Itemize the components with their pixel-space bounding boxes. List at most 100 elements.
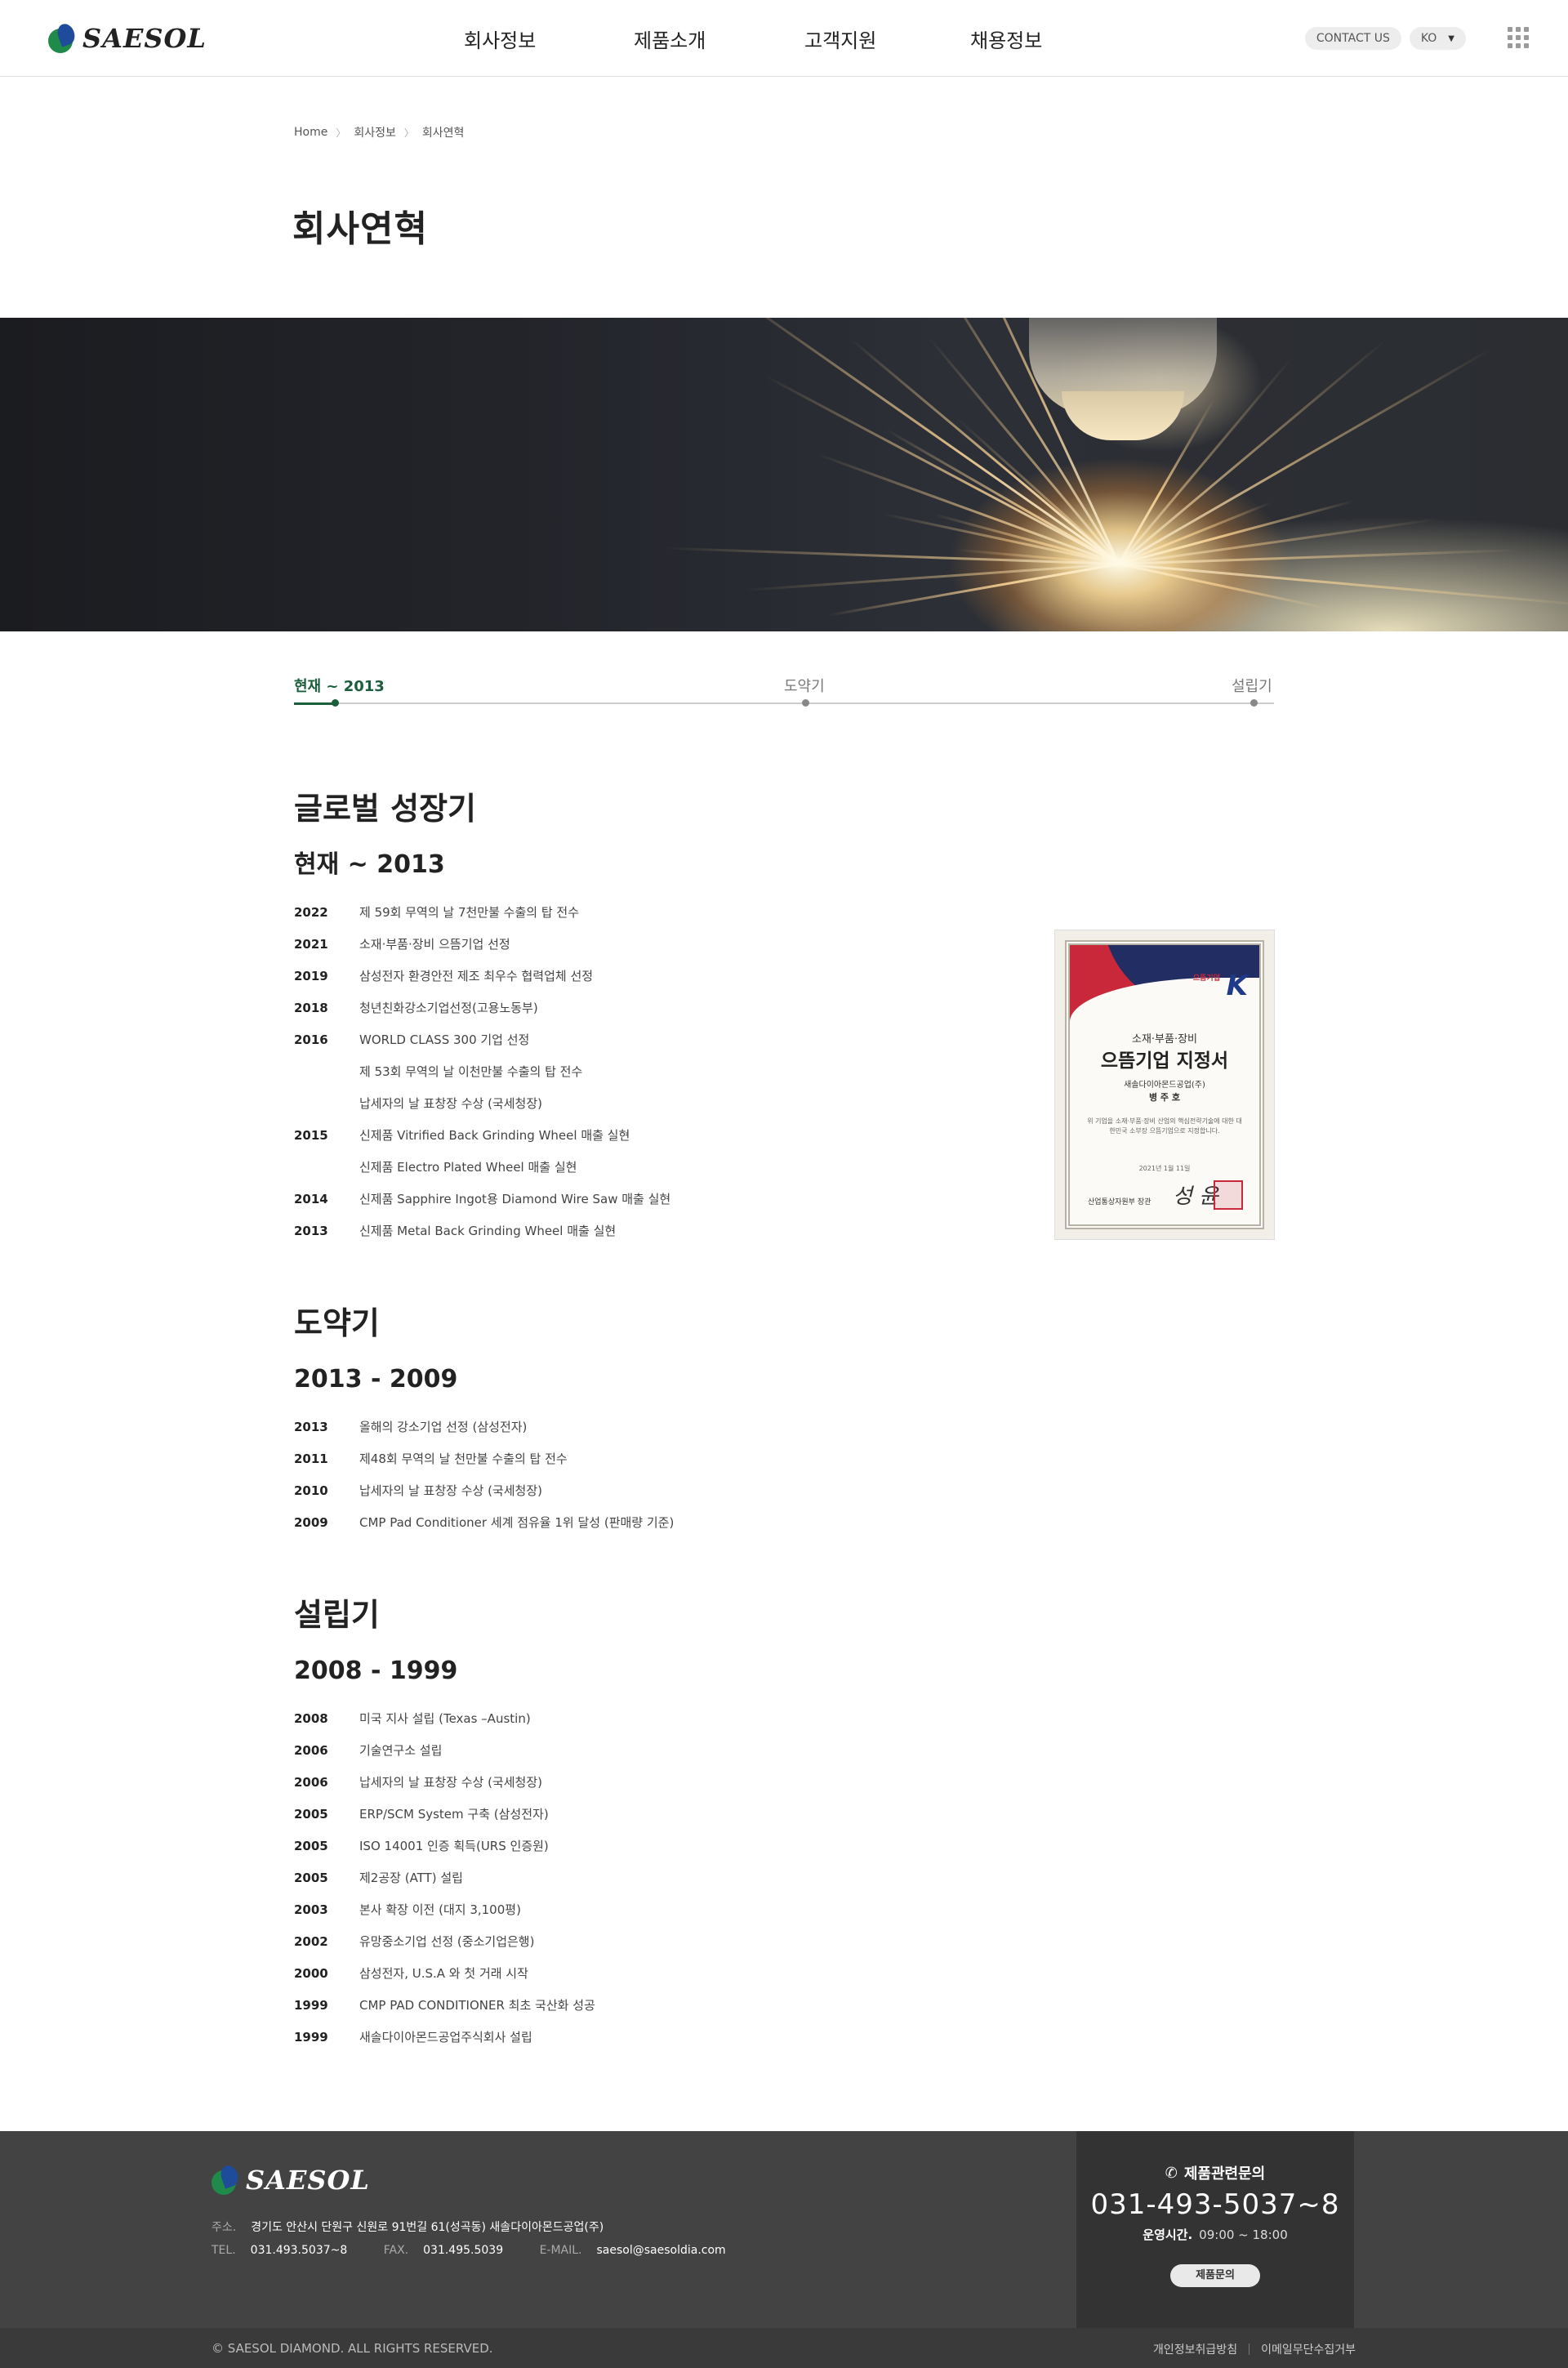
language-select[interactable]: KO ▼ — [1409, 27, 1466, 50]
history-text: 삼성전자 환경안전 제조 최우수 협력업체 선정 — [359, 969, 594, 983]
cert-title: 으뜸기업 지정서 — [1100, 1050, 1229, 1072]
contact-us-button[interactable]: CONTACT US — [1304, 27, 1401, 50]
timeline-dot[interactable] — [802, 699, 809, 707]
history-text: 신제품 Vitrified Back Grinding Wheel 매출 실현 — [359, 1128, 630, 1143]
fax-text: 031.495.5039 — [423, 2244, 504, 2257]
history-year: 2014 — [294, 1191, 328, 1206]
history-text: WORLD CLASS 300 기업 선정 — [359, 1032, 530, 1047]
history-text: 납세자의 날 표창장 수상 (국세청장) — [359, 1096, 542, 1111]
language-label: KO — [1420, 32, 1437, 45]
section-title: 설립기 — [294, 1597, 380, 1633]
nav-item-company[interactable]: 회사정보 — [464, 25, 536, 53]
history-year: 2016 — [294, 1032, 328, 1047]
section-title: 글로벌 성장기 — [294, 791, 476, 827]
history-text: 올해의 강소기업 선정 (삼성전자) — [359, 1420, 528, 1434]
history-year: 2009 — [294, 1514, 328, 1530]
history-item: 2005 ERP/SCM System 구축 (삼성전자) — [294, 1798, 1274, 1830]
hero-banner-image — [0, 318, 1568, 631]
history-text: 새솔다이아몬드공업주식회사 설립 — [359, 2030, 532, 2045]
history-text: ISO 14001 인증 획득(URS 인증원) — [359, 1839, 549, 1853]
email-label: E-MAIL. — [539, 2244, 582, 2257]
history-year: 2013 — [294, 1223, 328, 1238]
phone-icon: ✆ — [1165, 2164, 1178, 2182]
nav-item-careers[interactable]: 채용정보 — [970, 25, 1042, 53]
history-year: 2015 — [294, 1127, 328, 1143]
history-text: 제 53회 무역의 날 이천만불 수출의 탑 전수 — [359, 1064, 583, 1079]
history-year: 1999 — [294, 1997, 328, 2013]
footer-logo-text: SAESOL — [246, 2165, 370, 2196]
customer-service-box: ✆ 제품관련문의 031-493-5037~8 운영시간. 09:00 ~ 18:… — [1076, 2131, 1354, 2328]
cs-hours: 09:00 ~ 18:00 — [1199, 2228, 1288, 2242]
history-text: 기술연구소 설립 — [359, 1743, 443, 1758]
timeline-tabs: 현재 ~ 2013 도약기 설립기 — [294, 675, 1274, 707]
contact-us-label: CONTACT US — [1316, 32, 1390, 45]
menu-grid-icon[interactable] — [1508, 27, 1529, 48]
footer-company-info: 주소. 경기도 안산시 단원구 신원로 91번길 61(성곡동) 새솔다이아몬드공… — [212, 2216, 726, 2262]
history-text: 삼성전자, U.S.A 와 첫 거래 시작 — [359, 1966, 528, 1981]
history-item: 2005 제2공장 (ATT) 설립 — [294, 1862, 1274, 1893]
section-range: 현재 ~ 2013 — [294, 850, 445, 879]
history-item: 2013 올해의 강소기업 선정 (삼성전자) — [294, 1411, 1274, 1443]
history-text: CMP Pad Conditioner 세계 점유율 1위 달성 (판매량 기준… — [359, 1515, 675, 1530]
breadcrumb: Home 〉 회사정보 〉 회사연혁 — [294, 124, 464, 140]
history-text: 제48회 무역의 날 천만불 수출의 탑 전수 — [359, 1452, 568, 1466]
history-year: 2008 — [294, 1710, 328, 1726]
certificate-image: 으뜸기업 K 소재·부품·장비 으뜸기업 지정서 새솔다이아몬드공업(주) 병 … — [1054, 930, 1275, 1240]
history-item: 2006 기술연구소 설립 — [294, 1734, 1274, 1766]
cert-badge-k: K — [1226, 970, 1248, 1002]
tab-founding-period[interactable]: 설립기 — [1232, 675, 1272, 696]
history-year: 2002 — [294, 1933, 328, 1949]
chevron-right-icon: 〉 — [336, 127, 346, 139]
history-text: 신제품 Metal Back Grinding Wheel 매출 실현 — [359, 1224, 617, 1238]
history-year: 2010 — [294, 1483, 328, 1498]
history-year: 2018 — [294, 1000, 328, 1015]
cs-title: 제품관련문의 — [1183, 2165, 1266, 2183]
history-item: 2010 납세자의 날 표창장 수상 (국세청장) — [294, 1474, 1274, 1506]
cert-category: 소재·부품·장비 — [1131, 1033, 1198, 1046]
history-item: 2009 CMP Pad Conditioner 세계 점유율 1위 달성 (판매… — [294, 1506, 1274, 1538]
copyright: © SAESOL DIAMOND. ALL RIGHTS RESERVED. — [212, 2341, 493, 2356]
logo-mark-icon — [212, 2163, 241, 2195]
footer-links: 개인정보취급방침 이메일무단수집거부 — [1153, 2341, 1356, 2357]
section-title: 도약기 — [294, 1305, 380, 1341]
nav-item-support[interactable]: 고객지원 — [804, 25, 876, 53]
history-year: 2022 — [294, 904, 328, 920]
cert-issuer: 산업통상자원부 장관 — [1088, 1198, 1152, 1206]
history-text: 신제품 Sapphire Ingot용 Diamond Wire Saw 매출 … — [359, 1192, 671, 1206]
history-year: 2006 — [294, 1742, 328, 1758]
chevron-right-icon: 〉 — [403, 127, 414, 139]
history-year: 2005 — [294, 1870, 328, 1885]
timeline-dot[interactable] — [1250, 699, 1258, 707]
seal-stamp-icon — [1214, 1180, 1243, 1210]
history-section-leap: 도약기 2013 - 2009 2013 올해의 강소기업 선정 (삼성전자) 20… — [294, 1303, 1274, 1538]
history-text: 소재·부품·장비 으뜸기업 선정 — [359, 937, 510, 952]
tab-present-2013[interactable]: 현재 ~ 2013 — [294, 675, 385, 696]
history-text: 납세자의 날 표창장 수상 (국세청장) — [359, 1775, 542, 1790]
breadcrumb-home[interactable]: Home — [294, 126, 327, 139]
history-section-founding: 설립기 2008 - 1999 2008 미국 지사 설립 (Texas –Aus… — [294, 1594, 1274, 2053]
cert-ceo: 병 주 호 — [1148, 1092, 1181, 1103]
email-refusal-link[interactable]: 이메일무단수집거부 — [1261, 2341, 1356, 2357]
footer-logo[interactable]: SAESOL — [212, 2163, 370, 2196]
history-item: 2011 제48회 무역의 날 천만불 수출의 탑 전수 — [294, 1443, 1274, 1474]
breadcrumb-current: 회사연혁 — [421, 127, 465, 140]
history-text: CMP PAD CONDITIONER 최초 국산화 성공 — [359, 1998, 595, 2013]
tab-leap-period[interactable]: 도약기 — [784, 675, 825, 696]
history-text: 본사 확장 이전 (대지 3,100평) — [359, 1902, 521, 1917]
nav-item-products[interactable]: 제품소개 — [634, 25, 706, 53]
section-range: 2013 - 2009 — [294, 1365, 458, 1394]
product-inquiry-button[interactable]: 제품문의 — [1170, 2264, 1260, 2287]
timeline-dot[interactable] — [332, 699, 339, 707]
history-year: 2019 — [294, 968, 328, 983]
fax-label: FAX. — [383, 2244, 409, 2257]
history-list: 2013 올해의 강소기업 선정 (삼성전자) 2011 제48회 무역의 날 천만불… — [294, 1411, 1274, 1538]
email-link[interactable]: saesol@saesoldia.com — [597, 2244, 726, 2257]
cert-date: 2021년 1월 11일 — [1138, 1165, 1191, 1172]
history-year: 2005 — [294, 1806, 328, 1822]
tel-text: 031.493.5037~8 — [250, 2244, 348, 2257]
history-text: ERP/SCM System 구축 (삼성전자) — [359, 1807, 549, 1822]
caret-down-icon: ▼ — [1448, 33, 1454, 43]
privacy-policy-link[interactable]: 개인정보취급방침 — [1153, 2341, 1237, 2357]
breadcrumb-company[interactable]: 회사정보 — [354, 124, 396, 140]
history-item: 2000 삼성전자, U.S.A 와 첫 거래 시작 — [294, 1957, 1274, 1989]
